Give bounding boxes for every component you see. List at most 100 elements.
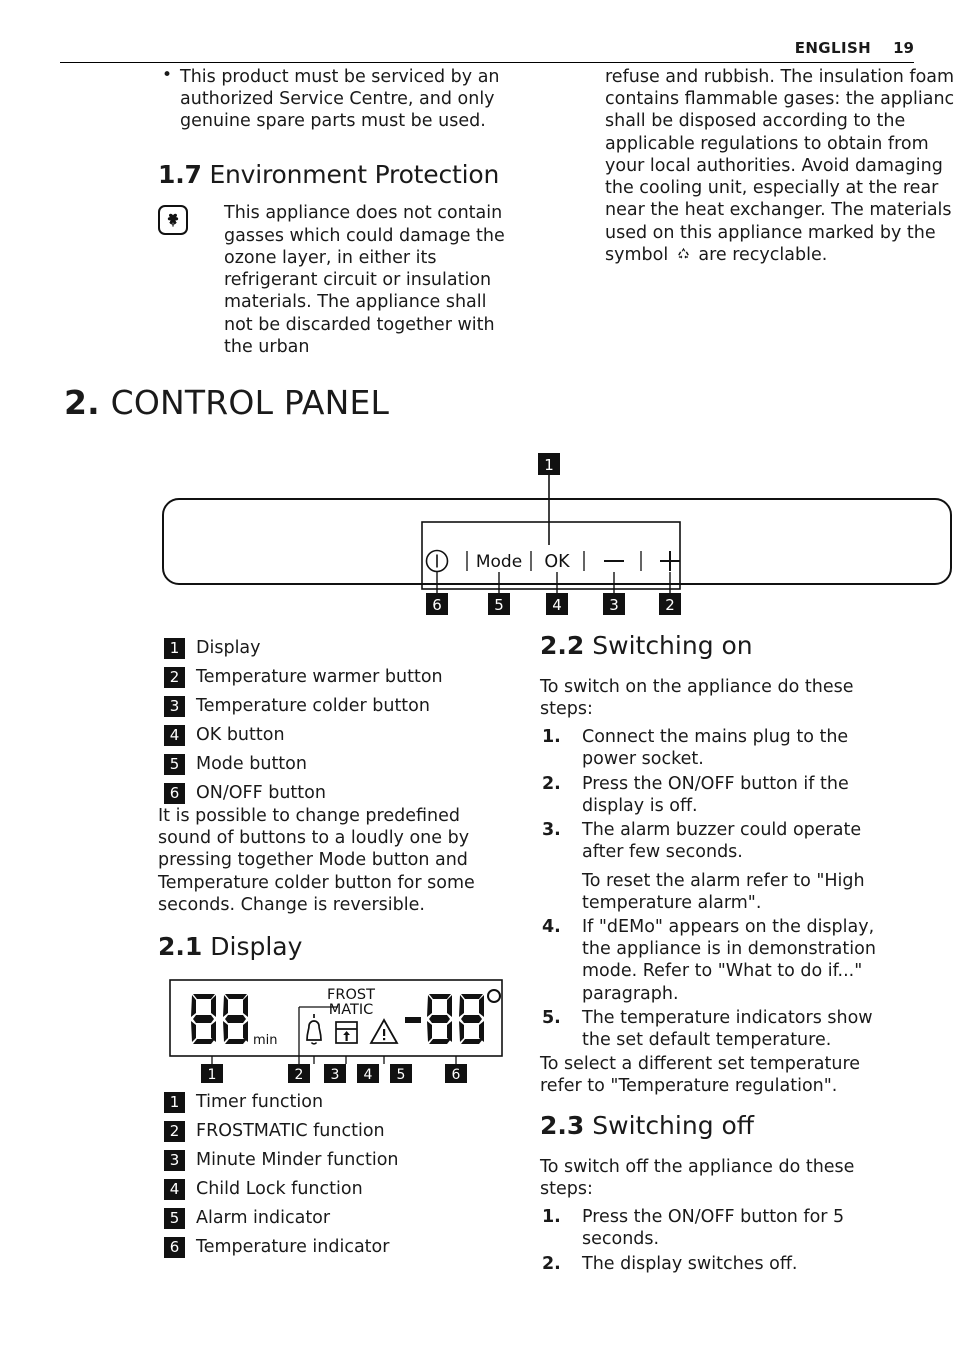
step-number: 3. (542, 820, 561, 841)
switching-on-tail-note: To select a different set temperature re… (540, 1054, 861, 1097)
list-item: 4 OK button (164, 721, 544, 750)
list-item: 4. If "dEMo" appears on the display, the… (540, 916, 900, 1005)
step-number: 5. (542, 1007, 561, 1028)
section-heading-environment: 1.7 Environment Protection (158, 159, 518, 191)
svg-text:OK: OK (544, 552, 570, 572)
list-item: 5 Alarm indicator (164, 1204, 544, 1233)
legend-label: Minute Minder function (196, 1149, 399, 1170)
svg-text:2: 2 (295, 1067, 304, 1083)
step-number: 1. (542, 727, 561, 748)
legend-badge: 4 (164, 725, 185, 746)
left-column: This product must be serviced by an auth… (158, 65, 518, 358)
section-heading-switching-on: 2.2 Switching on (540, 630, 900, 662)
svg-text:4: 4 (552, 596, 562, 614)
svg-text:FROST: FROST (327, 987, 375, 1003)
svg-text:5: 5 (494, 596, 504, 614)
legend-badge: 2 (164, 667, 185, 688)
legend-label: FROSTMATIC function (196, 1120, 385, 1141)
legend-label: Mode button (196, 753, 307, 774)
control-panel-diagram: 1 Mode OK 6 5 4 3 2 (160, 450, 954, 620)
step-number: 2. (542, 773, 561, 794)
legend-label: ON/OFF button (196, 782, 326, 803)
display-legend: 1 Timer function 2 FROSTMATIC function 3 Mi… (164, 1088, 544, 1262)
safety-bullet-list: This product must be serviced by an auth… (158, 65, 518, 133)
step-text: The temperature indicators show the set … (582, 1007, 873, 1051)
manual-page: ENGLISH 19 This product must be serviced … (0, 0, 954, 1352)
list-item: 1 Timer function (164, 1088, 544, 1117)
list-item: 1 Display (164, 634, 544, 663)
list-item: 3 Minute Minder function (164, 1146, 544, 1175)
section-switching-off: 2.3 Switching off To switch off the appl… (540, 1110, 900, 1277)
list-item: 2 FROSTMATIC function (164, 1117, 544, 1146)
step-text: Press the ON/OFF button for 5 seconds. (582, 1207, 845, 1250)
legend-badge: 3 (164, 696, 185, 717)
control-panel-legend: 1 Display 2 Temperature warmer button 3 Tem… (164, 634, 544, 808)
legend-label: Temperature indicator (196, 1236, 390, 1257)
list-item: 6 ON/OFF button (164, 779, 544, 808)
legend-badge: 2 (164, 1121, 185, 1142)
legend-badge: 1 (164, 638, 185, 659)
recycle-icon (675, 246, 692, 269)
step-text: The display switches off. (582, 1253, 798, 1274)
environment-protection-block: This appliance does not contain gasses w… (158, 202, 518, 358)
legend-badge: 6 (164, 783, 185, 804)
list-item: 4 Child Lock function (164, 1175, 544, 1204)
svg-text:5: 5 (397, 1067, 406, 1083)
svg-text:4: 4 (364, 1067, 373, 1083)
step-substep-text: To reset the alarm refer to "High temper… (582, 870, 865, 913)
section-switching-on: 2.2 Switching on To switch on the applia… (540, 630, 900, 1098)
right-column-top: refuse and rubbish. The insulation foam … (605, 66, 954, 269)
list-item: 2. Press the ON/OFF button if the displa… (540, 773, 900, 817)
svg-text:6: 6 (432, 596, 442, 614)
legend-badge: 3 (164, 1150, 185, 1171)
legend-label: Alarm indicator (196, 1207, 331, 1228)
header-divider (60, 62, 914, 63)
list-item: 5. The temperature indicators show the s… (540, 1007, 900, 1051)
legend-badge: 5 (164, 754, 185, 775)
section-number: 2.3 (540, 1111, 585, 1140)
section-title: Switching off (592, 1111, 755, 1140)
switching-off-intro: To switch off the appliance do these ste… (540, 1156, 855, 1199)
header-page-number: 19 (893, 39, 914, 57)
chapter-number: 2. (64, 383, 100, 422)
svg-text:1: 1 (208, 1067, 217, 1083)
svg-text:2: 2 (665, 596, 675, 614)
chapter-title: CONTROL PANEL (110, 383, 390, 422)
svg-text:Mode: Mode (476, 552, 522, 572)
list-item: 2 Temperature warmer button (164, 663, 544, 692)
list-item: 3. The alarm buzzer could operate after … (540, 819, 900, 914)
list-item: 6 Temperature indicator (164, 1233, 544, 1262)
list-item: 1. Press the ON/OFF button for 5 seconds… (540, 1206, 900, 1250)
list-item: 5 Mode button (164, 750, 544, 779)
panel-note-text: It is possible to change predefined soun… (158, 806, 475, 915)
display-diagram: min FROST MATIC 1 2 3 4 5 6 (168, 978, 518, 1084)
list-item: This product must be serviced by an auth… (158, 65, 518, 133)
step-text: If "dEMo" appears on the display, the ap… (582, 916, 876, 1004)
environment-body-text: This appliance does not contain gasses w… (224, 203, 505, 357)
section-title: Display (210, 932, 303, 961)
page-title: 2. CONTROL PANEL (64, 383, 389, 422)
svg-text:3: 3 (331, 1067, 340, 1083)
step-number: 1. (542, 1207, 561, 1228)
page-header: ENGLISH 19 (60, 38, 914, 60)
legend-label: OK button (196, 724, 285, 745)
environment-continuation-text: refuse and rubbish. The insulation foam … (605, 67, 954, 265)
svg-text:1: 1 (544, 456, 554, 474)
section-heading-display: 2.1 Display (158, 932, 302, 961)
legend-label: Timer function (196, 1091, 324, 1112)
section-number: 2.1 (158, 932, 203, 961)
header-language: ENGLISH (794, 39, 872, 57)
svg-text:MATIC: MATIC (329, 1002, 374, 1018)
legend-label: Display (196, 637, 261, 658)
list-item: 2. The display switches off. (540, 1253, 900, 1275)
step-text: Press the ON/OFF button if the display i… (582, 773, 849, 816)
section-heading-switching-off: 2.3 Switching off (540, 1110, 900, 1142)
step-number: 2. (542, 1253, 561, 1274)
section-title: Environment Protection (209, 159, 500, 189)
legend-label: Temperature colder button (196, 695, 430, 716)
legend-badge: 4 (164, 1179, 185, 1200)
switching-off-steps: 1. Press the ON/OFF button for 5 seconds… (540, 1206, 900, 1275)
svg-text:min: min (253, 1033, 278, 1048)
step-number: 4. (542, 916, 561, 937)
svg-text:6: 6 (452, 1067, 461, 1083)
